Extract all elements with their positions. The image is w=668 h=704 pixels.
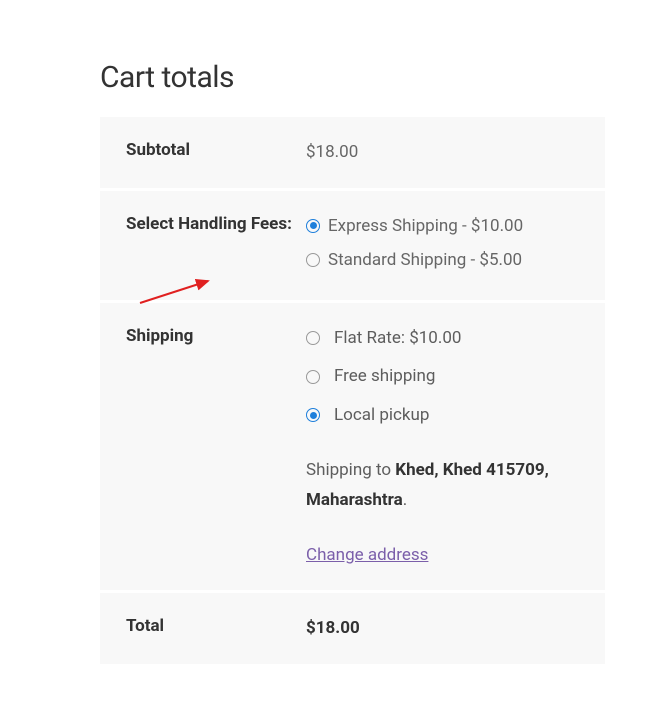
subtotal-label: Subtotal [126,137,306,168]
shipping-destination: Shipping to Khed, Khed 415709, Maharasht… [306,455,579,516]
radio-icon [306,253,320,267]
shipping-option-flat[interactable]: Flat Rate: $10.00 [306,323,579,354]
shipping-option-label: Free shipping [334,361,435,392]
handling-option-express[interactable]: Express Shipping - $10.00 [306,211,579,242]
radio-icon [306,408,320,422]
change-address-link[interactable]: Change address [306,540,428,571]
handling-row: Select Handling Fees: Express Shipping -… [100,191,605,303]
handling-label: Select Handling Fees: [126,211,306,280]
handling-option-label: Express Shipping - $10.00 [328,211,523,242]
total-row: Total $18.00 [100,593,605,664]
total-label: Total [126,613,306,644]
handling-option-standard[interactable]: Standard Shipping - $5.00 [306,245,579,276]
radio-icon [306,370,320,384]
total-value: $18.00 [306,613,579,644]
shipping-row: Shipping Flat Rate: $10.00 Free shipping… [100,303,605,594]
shipping-dest-prefix: Shipping to [306,460,395,480]
cart-totals-table: Subtotal $18.00 Select Handling Fees: Ex… [100,117,605,664]
subtotal-row: Subtotal $18.00 [100,117,605,191]
shipping-dest-suffix: . [403,490,407,510]
shipping-option-free[interactable]: Free shipping [306,361,579,392]
radio-icon [306,219,320,233]
subtotal-value: $18.00 [306,137,579,168]
shipping-option-label: Local pickup [334,400,429,431]
shipping-option-local[interactable]: Local pickup [306,400,579,431]
cart-totals-heading: Cart totals [100,60,628,95]
shipping-option-label: Flat Rate: $10.00 [334,323,461,354]
radio-icon [306,331,320,345]
shipping-label: Shipping [126,323,306,571]
handling-option-label: Standard Shipping - $5.00 [328,245,522,276]
